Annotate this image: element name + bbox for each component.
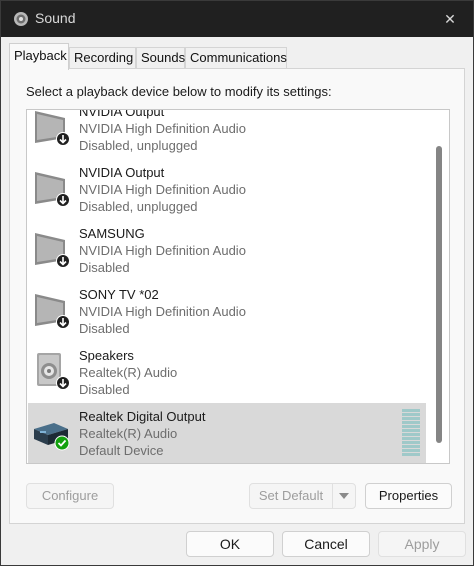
device-driver: Realtek(R) Audio	[79, 365, 178, 380]
device-driver: NVIDIA High Definition Audio	[79, 243, 246, 258]
device-name: Realtek Digital Output	[79, 409, 206, 424]
device-driver: Realtek(R) Audio	[79, 426, 178, 441]
chevron-down-icon	[339, 493, 349, 499]
device-name: Speakers	[79, 348, 134, 363]
device-row[interactable]: NVIDIA Output NVIDIA High Definition Aud…	[28, 159, 426, 219]
device-status: Disabled, unplugged	[79, 138, 198, 153]
close-icon: ✕	[444, 10, 456, 27]
device-row[interactable]: Speakers Realtek(R) Audio Disabled	[28, 342, 426, 402]
device-driver: NVIDIA High Definition Audio	[79, 182, 246, 197]
speaker-disabled-icon	[37, 353, 70, 390]
close-button[interactable]: ✕	[427, 1, 473, 37]
device-row[interactable]: SAMSUNG NVIDIA High Definition Audio Dis…	[28, 220, 426, 280]
sound-dialog: Sound ✕ Playback Recording Sounds Commun…	[0, 0, 474, 566]
device-status: Disabled	[79, 382, 130, 397]
playback-panel: Select a playback device below to modify…	[9, 68, 465, 524]
device-status: Disabled, unplugged	[79, 199, 198, 214]
device-name: NVIDIA Output	[79, 165, 165, 180]
device-row[interactable]: NVIDIA Output NVIDIA High Definition Aud…	[28, 109, 426, 158]
device-status: Disabled	[79, 321, 130, 336]
device-list[interactable]: NVIDIA Output NVIDIA High Definition Aud…	[26, 109, 450, 464]
volume-level-meter	[402, 409, 420, 457]
device-name: SAMSUNG	[79, 226, 145, 241]
monitor-disabled-icon	[35, 294, 70, 329]
properties-button[interactable]: Properties	[365, 483, 452, 509]
device-row[interactable]: SONY TV *02 NVIDIA High Definition Audio…	[28, 281, 426, 341]
device-status: Default Device	[79, 443, 164, 458]
digital-output-default-icon	[34, 423, 70, 451]
monitor-disabled-icon	[35, 172, 70, 207]
device-name: SONY TV *02	[79, 287, 159, 302]
sound-app-icon	[14, 12, 28, 26]
tab-sounds[interactable]: Sounds	[136, 47, 185, 69]
monitor-disabled-icon	[35, 233, 70, 268]
device-row-selected[interactable]: Realtek Digital Output Realtek(R) Audio …	[28, 403, 426, 463]
device-status: Disabled	[79, 260, 130, 275]
title-bar[interactable]: Sound ✕	[1, 1, 473, 37]
tab-playback[interactable]: Playback	[9, 43, 69, 70]
configure-button[interactable]: Configure	[26, 483, 114, 509]
tab-recording[interactable]: Recording	[69, 47, 136, 69]
apply-button[interactable]: Apply	[378, 531, 466, 557]
tab-communications[interactable]: Communications	[185, 47, 287, 69]
set-default-button[interactable]: Set Default	[249, 483, 333, 509]
device-driver: NVIDIA High Definition Audio	[79, 304, 246, 319]
monitor-disabled-icon	[35, 111, 70, 146]
scrollbar-thumb[interactable]	[436, 146, 442, 443]
device-name: NVIDIA Output	[79, 109, 165, 119]
device-driver: NVIDIA High Definition Audio	[79, 121, 246, 136]
cancel-button[interactable]: Cancel	[282, 531, 370, 557]
ok-button[interactable]: OK	[186, 531, 274, 557]
instruction-text: Select a playback device below to modify…	[26, 84, 332, 99]
window-title: Sound	[35, 10, 76, 26]
set-default-dropdown[interactable]	[332, 483, 356, 509]
vertical-scrollbar[interactable]	[431, 112, 447, 461]
